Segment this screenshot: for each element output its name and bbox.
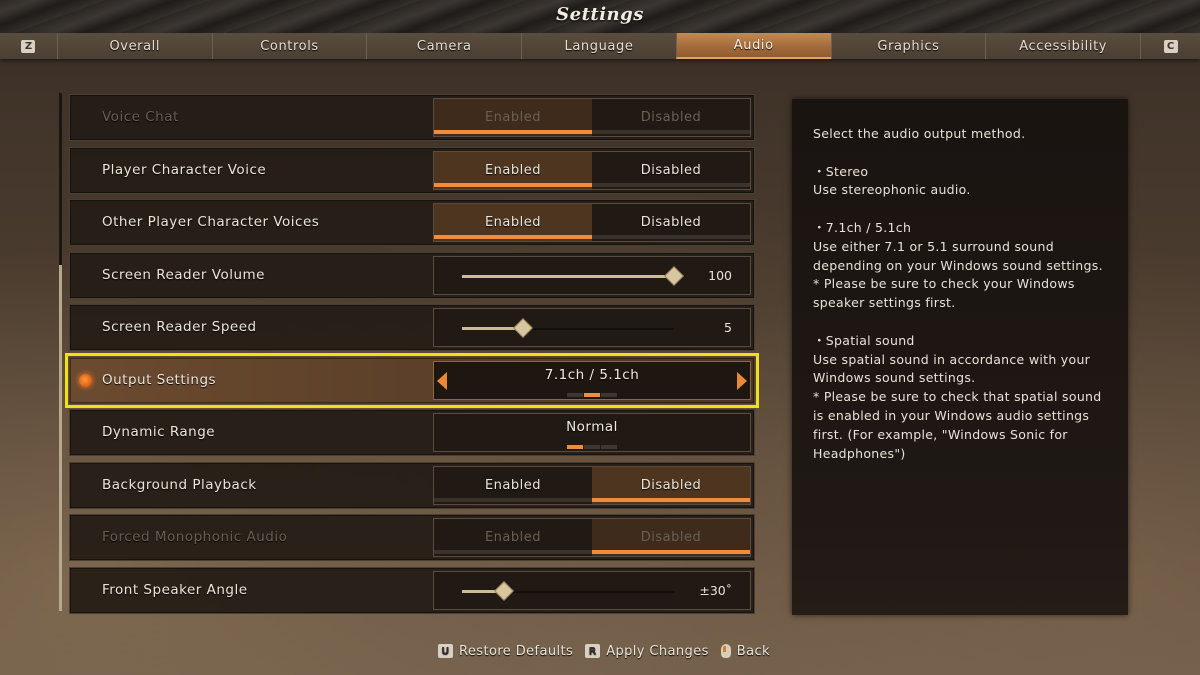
option-pip [584,445,600,449]
setting-label: Background Playback [102,476,257,493]
selection-indicator-icon [79,373,92,387]
setting-row-screen-reader-volume[interactable]: Screen Reader Volume 100 [69,251,755,299]
setting-label: Voice Chat [102,109,179,125]
selector-value: 7.1ch / 5.1ch [544,366,640,383]
key-c-icon: C [1163,39,1178,53]
tab-language[interactable]: Language [521,33,676,59]
player-character-voice-toggle[interactable]: Enabled Disabled [433,150,751,190]
tab-audio[interactable]: Audio [675,33,831,59]
arrow-right-icon[interactable] [737,371,747,390]
screen-reader-speed-slider[interactable]: 5 [433,308,751,347]
slider-fill [462,274,674,278]
voice-chat-toggle: Enabled Disabled [433,98,751,137]
dynamic-range-selector[interactable]: Normal [433,413,751,452]
tab-controls[interactable]: Controls [211,33,367,59]
tab-graphics[interactable]: Graphics [830,33,986,59]
setting-label: Screen Reader Speed [102,319,257,335]
description-intro: Select the audio output method. [813,126,1026,141]
setting-row-background-playback[interactable]: Background Playback Enabled Disabled [69,461,755,509]
prev-tab-key[interactable]: Z [0,33,57,59]
restore-defaults-button[interactable]: U Restore Defaults [438,644,573,659]
restore-defaults-label: Restore Defaults [459,643,574,659]
setting-row-front-speaker-angle[interactable]: Front Speaker Angle ±30˚ [69,566,755,614]
setting-label: Other Player Character Voices [102,214,320,230]
slider-track[interactable] [462,318,674,338]
slider-thumb[interactable] [664,265,684,286]
slider-track[interactable] [462,580,674,601]
option-enabled[interactable]: Enabled [434,467,592,504]
mouse-right-click-icon [720,644,731,658]
description-stereo-body: Use stereophonic audio. [813,182,971,198]
setting-label: Output Settings [102,371,217,388]
slider-value: ±30˚ [699,582,732,598]
back-button[interactable]: Back [720,643,770,659]
setting-row-other-player-character-voices[interactable]: Other Player Character Voices Enabled Di… [69,199,755,246]
description-surround-body: Use either 7.1 or 5.1 surround sound dep… [813,238,1103,273]
apply-changes-button[interactable]: R Apply Changes [585,644,709,659]
back-label: Back [736,643,770,659]
option-enabled: Enabled [434,519,592,556]
option-enabled[interactable]: Enabled [434,204,592,241]
description-panel: Select the audio output method. ・Stereo … [792,99,1128,615]
slider-value: 5 [724,320,732,335]
tab-accessibility[interactable]: Accessibility [985,33,1140,59]
footer-hints: U Restore Defaults R Apply Changes Back [0,640,1200,662]
setting-label: Dynamic Range [102,424,216,440]
screen-reader-volume-slider[interactable]: 100 [433,255,751,295]
scrollbar-thumb[interactable] [59,265,62,611]
tab-overall[interactable]: Overall [56,33,212,59]
option-disabled[interactable]: Disabled [592,204,750,241]
description-surround-title: ・7.1ch / 5.1ch [813,219,912,235]
next-tab-key[interactable]: C [1140,33,1200,59]
description-surround-note: * Please be sure to check your Windows s… [813,276,1075,311]
tab-bar: Z Overall Controls Camera Language Audio… [0,33,1200,59]
front-speaker-angle-slider[interactable]: ±30˚ [433,570,751,610]
setting-row-dynamic-range[interactable]: Dynamic Range Normal [69,409,755,456]
key-u-icon: U [438,644,454,658]
setting-row-voice-chat: Voice Chat Enabled Disabled [69,94,755,141]
setting-row-screen-reader-speed[interactable]: Screen Reader Speed 5 [69,304,755,351]
option-enabled[interactable]: Enabled [434,151,592,189]
slider-thumb[interactable] [494,580,515,601]
setting-label: Player Character Voice [102,161,267,178]
option-pips [567,445,617,449]
slider-thumb[interactable] [513,318,534,338]
setting-label: Screen Reader Volume [102,266,265,283]
key-z-icon: Z [21,39,36,53]
tab-camera[interactable]: Camera [366,33,521,59]
page-title: Settings [556,4,644,25]
option-disabled[interactable]: Disabled [592,466,750,504]
option-enabled: Enabled [434,99,592,136]
key-r-icon: R [585,644,601,658]
description-spatial-note: * Please be sure to check that spatial s… [813,389,1102,461]
setting-label: Forced Monophonic Audio [102,529,288,545]
output-settings-selector[interactable]: 7.1ch / 5.1ch [433,360,751,400]
setting-label: Front Speaker Angle [102,581,248,598]
option-pip [601,445,617,449]
selector-value: Normal [566,419,618,435]
settings-list: Voice Chat Enabled Disabled Player Chara… [65,94,759,619]
description-stereo-title: ・Stereo [813,163,869,179]
setting-row-forced-monophonic-audio: Forced Monophonic Audio Enabled Disabled [69,514,755,561]
setting-row-player-character-voice[interactable]: Player Character Voice Enabled Disabled [69,146,755,194]
description-spatial-title: ・Spatial sound [813,332,915,348]
background-playback-toggle[interactable]: Enabled Disabled [433,465,751,505]
slider-track[interactable] [462,265,684,286]
option-pip [601,392,617,397]
forced-monophonic-audio-toggle: Enabled Disabled [433,518,751,557]
option-pips [567,392,617,397]
option-pip-active [584,392,600,397]
option-disabled: Disabled [592,519,750,556]
description-spatial-body: Use spatial sound in accordance with you… [813,351,1091,386]
option-disabled[interactable]: Disabled [592,152,750,189]
option-pip-active [567,445,583,449]
slider-value: 100 [708,267,732,283]
setting-row-output-settings[interactable]: Output Settings 7.1ch / 5.1ch [65,352,759,408]
option-pip [567,392,583,397]
apply-changes-label: Apply Changes [606,643,709,659]
other-player-character-voices-toggle[interactable]: Enabled Disabled [433,203,751,242]
option-disabled: Disabled [592,99,750,136]
